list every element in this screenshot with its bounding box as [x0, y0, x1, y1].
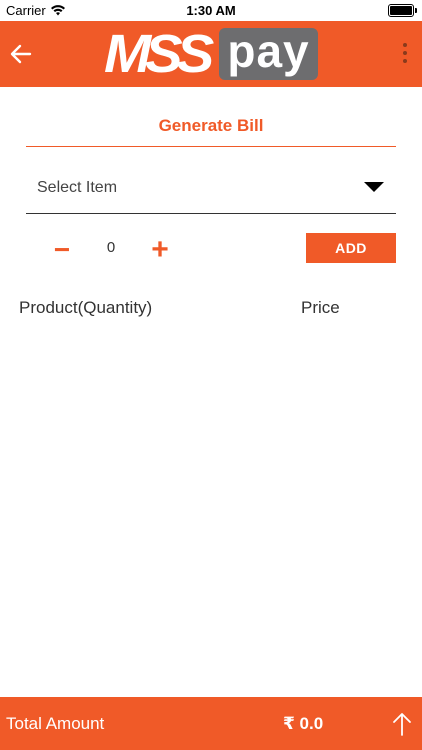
clock: 1:30 AM: [186, 3, 236, 18]
quantity-value: 0: [106, 239, 116, 256]
item-select-label: Select Item: [37, 179, 118, 196]
logo-pay-text: pay: [227, 25, 310, 77]
quantity-decrement-button[interactable]: −: [50, 236, 74, 264]
column-header-price: Price: [301, 298, 340, 317]
app-header: MSS pay: [0, 21, 422, 87]
page-title: Generate Bill: [158, 116, 264, 135]
arrow-up-icon[interactable]: [392, 711, 412, 737]
back-arrow-icon[interactable]: [8, 41, 34, 67]
add-button[interactable]: ADD: [306, 233, 396, 263]
total-amount-label: Total Amount: [6, 714, 105, 733]
total-footer: Total Amount ₹ 0.0: [0, 697, 422, 750]
battery-icon: [388, 4, 414, 17]
caret-down-icon: [364, 182, 384, 192]
battery-tip: [415, 8, 417, 13]
total-amount-value: ₹ 0.0: [283, 714, 324, 733]
item-select-dropdown[interactable]: Select Item: [26, 170, 396, 214]
column-header-product: Product(Quantity): [19, 298, 153, 317]
more-vertical-icon[interactable]: [400, 43, 410, 67]
logo-mss-text: MSS: [104, 24, 214, 84]
title-divider: [26, 146, 396, 147]
quantity-increment-button[interactable]: +: [147, 235, 173, 265]
status-bar: Carrier 1:30 AM: [0, 0, 422, 21]
mss-pay-logo: MSS pay: [104, 24, 320, 84]
logo-pay-box: pay: [219, 25, 318, 80]
